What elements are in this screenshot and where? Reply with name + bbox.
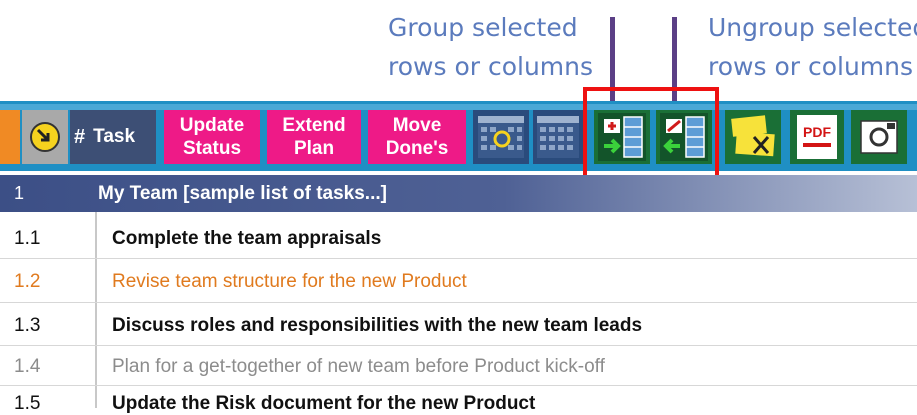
clock-arrow-icon — [30, 122, 60, 152]
row-divider — [0, 345, 917, 346]
task-title[interactable]: Plan for a get-together of new team befo… — [112, 356, 605, 378]
update-status-button[interactable]: Update Status — [164, 110, 260, 164]
orange-tab[interactable] — [0, 110, 20, 164]
group-row-title: My Team [sample list of tasks...] — [98, 183, 387, 204]
move-dones-line2: Done's — [385, 138, 449, 159]
column-separator — [95, 212, 97, 408]
row-divider — [0, 258, 917, 259]
pdf-icon: PDF — [797, 115, 837, 159]
snapshot-button[interactable] — [851, 110, 907, 164]
camera-icon — [860, 120, 898, 154]
group-annotation: Group selected rows or columns — [388, 8, 593, 86]
extend-plan-line1: Extend — [282, 115, 346, 136]
move-dones-button[interactable]: Move Done's — [368, 110, 466, 164]
clock-button[interactable] — [22, 110, 68, 164]
task-title[interactable]: Update the Risk document for the new Pro… — [112, 393, 535, 415]
group-row[interactable]: 1 My Team [sample list of tasks...] — [0, 175, 917, 212]
hash-label: # — [74, 125, 86, 148]
task-label: Task — [93, 126, 136, 147]
ungroup-annotation-line1: Ungroup selected — [708, 13, 917, 42]
task-title[interactable]: Complete the team appraisals — [112, 228, 381, 250]
group-annotation-line1: Group selected — [388, 13, 578, 42]
export-pdf-button[interactable]: PDF — [790, 110, 844, 164]
ungroup-annotation-line2: rows or columns — [708, 52, 914, 81]
move-dones-line1: Move — [392, 115, 442, 136]
task-title[interactable]: Revise team structure for the new Produc… — [112, 271, 467, 293]
task-number: 1.5 — [14, 393, 41, 414]
row-divider — [0, 385, 917, 386]
group-row-number: 1 — [14, 183, 25, 203]
extend-plan-line2: Plan — [293, 138, 335, 159]
calendar-grid-button[interactable] — [533, 110, 583, 164]
calendar-timeline-button[interactable] — [473, 110, 529, 164]
ungroup-annotation: Ungroup selected rows or columns — [708, 8, 917, 86]
group-annotation-line2: rows or columns — [388, 52, 594, 81]
task-number: 1.2 — [14, 271, 41, 292]
update-status-line1: Update — [179, 115, 245, 136]
calendar-grid-icon — [537, 116, 579, 158]
row-divider — [0, 302, 917, 303]
task-title[interactable]: Discuss roles and responsibilities with … — [112, 315, 642, 337]
update-status-line2: Status — [182, 138, 242, 159]
task-number: 1.4 — [14, 356, 41, 377]
delete-tasks-button[interactable] — [725, 110, 781, 164]
calendar-dot-icon — [478, 116, 524, 158]
task-number: 1.1 — [14, 228, 41, 249]
extend-plan-button[interactable]: Extend Plan — [267, 110, 361, 164]
sticky-notes-delete-icon — [731, 115, 775, 157]
pdf-icon-label: PDF — [803, 124, 831, 140]
task-number: 1.3 — [14, 315, 41, 336]
task-column-header[interactable]: # Task — [70, 110, 156, 164]
